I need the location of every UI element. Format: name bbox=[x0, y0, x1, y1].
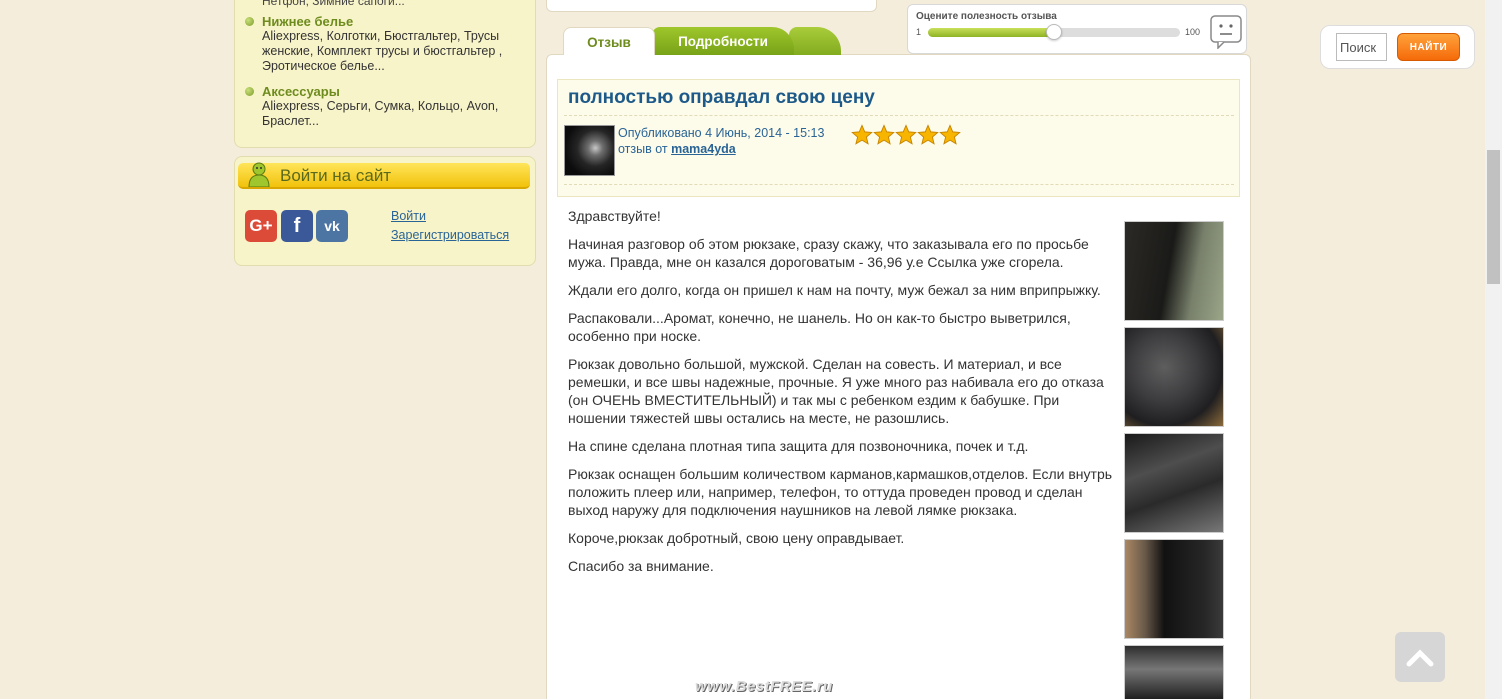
photo-thumbnail[interactable] bbox=[1124, 539, 1224, 639]
review-paragraph: Начиная разговор об этом рюкзаке, сразу … bbox=[568, 236, 1089, 270]
review-paragraph: Спасибо за внимание. bbox=[568, 558, 714, 574]
login-link[interactable]: Войти bbox=[391, 209, 426, 223]
vk-icon[interactable]: vk bbox=[316, 210, 348, 242]
divider bbox=[564, 184, 1234, 185]
facebook-icon[interactable]: f bbox=[281, 210, 313, 242]
rating-max: 100 bbox=[1185, 27, 1201, 37]
google-plus-icon[interactable]: G+ bbox=[245, 210, 277, 242]
review-paragraph: Распаковали...Аромат, конечно, не шанель… bbox=[568, 310, 1071, 344]
author-link[interactable]: mama4yda bbox=[671, 142, 736, 156]
rating-title: Оцените полезность отзыва bbox=[916, 11, 1057, 22]
tab-extra[interactable] bbox=[789, 27, 841, 55]
scrollbar-thumb[interactable] bbox=[1487, 150, 1500, 284]
category-title[interactable]: Аксессуары bbox=[262, 84, 525, 99]
search-button[interactable]: НАЙТИ bbox=[1397, 33, 1460, 61]
back-to-top-button[interactable] bbox=[1395, 632, 1445, 682]
review-paragraph: Ждали его долго, когда он пришел к нам н… bbox=[568, 282, 1101, 298]
neutral-face-icon bbox=[1210, 15, 1242, 49]
photo-thumbnail[interactable] bbox=[1124, 433, 1224, 533]
login-header: Войти на сайт bbox=[238, 162, 530, 189]
photo-thumbnail[interactable] bbox=[1124, 327, 1224, 427]
rating-min: 1 bbox=[916, 27, 922, 37]
star-icon bbox=[851, 124, 873, 145]
category-title[interactable]: Нижнее белье bbox=[262, 14, 525, 29]
review-paragraph: Рюкзак оснащен большим количеством карма… bbox=[568, 466, 1113, 518]
author-prefix: отзыв от bbox=[618, 142, 672, 156]
star-icon bbox=[917, 124, 939, 145]
star-icon bbox=[939, 124, 961, 145]
user-icon bbox=[248, 162, 270, 187]
author-avatar[interactable] bbox=[564, 125, 615, 176]
search-box: НАЙТИ bbox=[1320, 25, 1475, 69]
star-icon bbox=[895, 124, 917, 145]
review-paragraph: Короче,рюкзак добротный, свою цену оправ… bbox=[568, 530, 905, 546]
divider bbox=[564, 115, 1234, 116]
review-paragraph: Рюкзак довольно большой, мужской. Сделан… bbox=[568, 356, 1104, 426]
bullet-icon bbox=[245, 87, 254, 96]
publication-info: Опубликовано 4 Июнь, 2014 - 15:13 отзыв … bbox=[618, 125, 824, 157]
search-input[interactable] bbox=[1336, 33, 1387, 61]
chevron-up-icon bbox=[1406, 649, 1434, 667]
review-paragraph: Здравствуйте! bbox=[568, 208, 661, 224]
photo-thumbnail[interactable] bbox=[1124, 221, 1224, 321]
photo-thumbnail[interactable] bbox=[1124, 645, 1224, 699]
page-scrollbar[interactable] bbox=[1485, 0, 1502, 699]
published-date: Опубликовано 4 Июнь, 2014 - 15:13 bbox=[618, 126, 825, 140]
rating-slider-fill bbox=[928, 28, 1054, 37]
review-body: Здравствуйте! Начиная разговор об этом рю… bbox=[568, 207, 1113, 585]
top-panel-fragment bbox=[546, 0, 877, 12]
tab-review[interactable]: Отзыв bbox=[563, 27, 655, 55]
tab-details[interactable]: Подробности bbox=[652, 27, 794, 55]
category-desc: Aliexpress, Колготки, Бюстгальтер, Трусы… bbox=[262, 29, 503, 73]
category-cut-text: Нетфон, Зимние сапоги... bbox=[262, 0, 405, 8]
review-paragraph: На спине сделана плотная типа защита для… bbox=[568, 438, 1029, 454]
review-title: полностью оправдал свою цену bbox=[568, 87, 875, 108]
login-title: Войти на сайт bbox=[280, 166, 392, 185]
watermark: www.BestFREE.ru bbox=[695, 678, 833, 695]
category-item-accessories[interactable]: Аксессуары Aliexpress, Серьги, Сумка, Ко… bbox=[245, 84, 525, 129]
rating-slider-thumb[interactable] bbox=[1046, 24, 1062, 40]
category-item-underwear[interactable]: Нижнее белье Aliexpress, Колготки, Бюстг… bbox=[245, 14, 525, 74]
helpfulness-rating-widget: Оцените полезность отзыва 1 100 bbox=[907, 4, 1247, 54]
bullet-icon bbox=[245, 17, 254, 26]
star-icon bbox=[873, 124, 895, 145]
rating-stars bbox=[851, 124, 961, 146]
category-desc: Aliexpress, Серьги, Сумка, Кольцо, Avon,… bbox=[262, 99, 499, 128]
register-link[interactable]: Зарегистрироваться bbox=[391, 228, 509, 242]
